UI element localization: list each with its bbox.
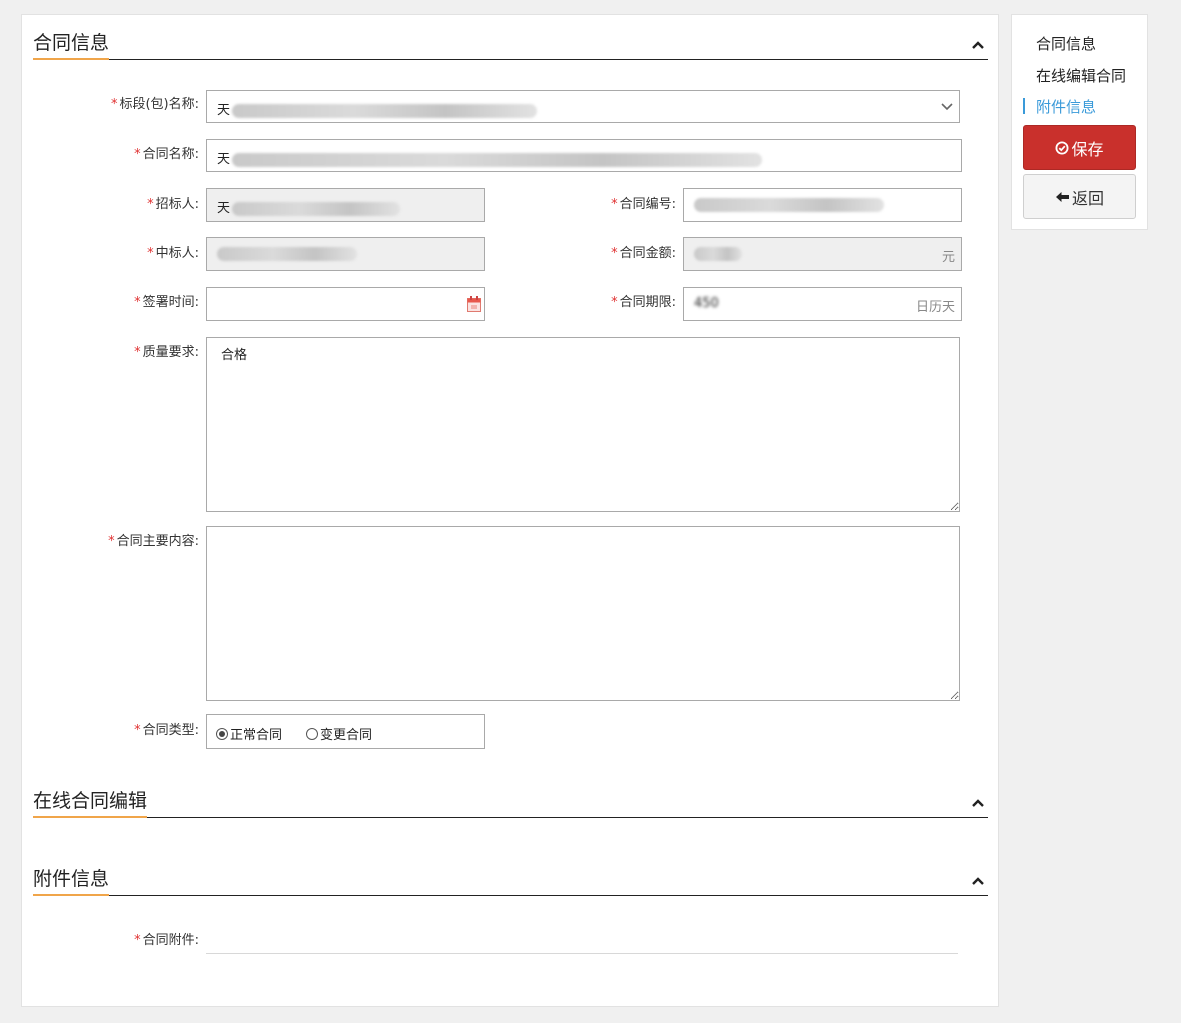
radio-changed-contract[interactable]: 变更合同 xyxy=(306,724,372,743)
main-content-textarea[interactable] xyxy=(206,526,960,701)
main-form-panel: 合同信息 * 标段(包)名称: 天 * 合同名称: 天 * 招标人: 天 * 合同编号:… xyxy=(21,14,999,1007)
bid-section-select[interactable]: 天 xyxy=(206,90,960,123)
section-title: 在线合同编辑 xyxy=(33,789,148,818)
redacted-text xyxy=(232,103,538,118)
section-contract-info[interactable]: 合同信息 xyxy=(33,28,988,60)
contract-name-input[interactable]: 天 xyxy=(206,139,962,172)
arrow-left-icon xyxy=(1055,191,1069,202)
contract-type-label: * 合同类型: xyxy=(134,723,199,738)
calendar-icon[interactable] xyxy=(467,296,481,312)
chevron-up-icon[interactable] xyxy=(972,40,984,50)
nav-item-online-edit[interactable]: 在线编辑合同 xyxy=(1036,65,1126,86)
amount-label: * 合同金额: xyxy=(611,246,676,261)
term-label: * 合同期限: xyxy=(611,295,676,310)
contract-name-value: 天 xyxy=(217,152,231,167)
nav-item-contract-info[interactable]: 合同信息 xyxy=(1036,33,1096,54)
tenderer-input[interactable]: 天 xyxy=(206,188,485,222)
contract-type-radio-group: 正常合同 变更合同 xyxy=(206,714,485,749)
main-content-label: * 合同主要内容: xyxy=(108,534,199,549)
sign-time-input[interactable] xyxy=(206,287,485,321)
term-value: 450 xyxy=(694,296,719,311)
nav-active-indicator xyxy=(1023,98,1025,114)
term-input[interactable]: 450 日历天 xyxy=(683,287,962,321)
winner-input[interactable] xyxy=(206,237,485,271)
winner-label: * 中标人: xyxy=(147,246,199,261)
contract-no-label: * 合同编号: xyxy=(611,197,676,212)
chevron-down-icon[interactable] xyxy=(940,101,954,113)
bid-section-value: 天 xyxy=(217,103,231,118)
section-title: 合同信息 xyxy=(33,31,110,60)
amount-unit: 元 xyxy=(941,250,955,265)
back-button[interactable]: 返回 xyxy=(1023,174,1136,219)
side-nav-panel: 合同信息 在线编辑合同 附件信息 保存 返回 xyxy=(1011,14,1148,230)
redacted-text xyxy=(232,152,763,167)
quality-textarea[interactable] xyxy=(206,337,960,512)
contract-no-input[interactable] xyxy=(683,188,962,222)
quality-label: * 质量要求: xyxy=(134,345,199,360)
section-title: 附件信息 xyxy=(33,867,110,896)
redacted-text xyxy=(694,246,742,261)
section-attachment[interactable]: 附件信息 xyxy=(33,864,988,896)
save-button[interactable]: 保存 xyxy=(1023,125,1136,170)
term-unit: 日历天 xyxy=(915,300,955,315)
radio-unchecked-icon[interactable] xyxy=(306,727,318,740)
bid-section-label: * 标段(包)名称: xyxy=(110,97,199,112)
tenderer-value: 天 xyxy=(217,201,231,216)
chevron-up-icon[interactable] xyxy=(972,876,984,886)
contract-name-label: * 合同名称: xyxy=(134,147,199,162)
redacted-text xyxy=(694,197,884,212)
amount-input[interactable]: 元 xyxy=(683,237,962,271)
radio-checked-icon[interactable] xyxy=(216,727,228,740)
section-online-edit[interactable]: 在线合同编辑 xyxy=(33,786,988,818)
radio-normal-contract[interactable]: 正常合同 xyxy=(216,724,282,743)
check-circle-icon xyxy=(1055,141,1069,154)
chevron-up-icon[interactable] xyxy=(972,798,984,808)
redacted-text xyxy=(217,246,357,261)
attachment-label: * 合同附件: xyxy=(134,933,199,948)
sign-time-label: * 签署时间: xyxy=(134,295,199,310)
tenderer-label: * 招标人: xyxy=(147,197,199,212)
nav-item-attachment[interactable]: 附件信息 xyxy=(1036,96,1096,117)
attachment-upload-area[interactable] xyxy=(206,937,958,954)
redacted-text xyxy=(232,201,401,216)
